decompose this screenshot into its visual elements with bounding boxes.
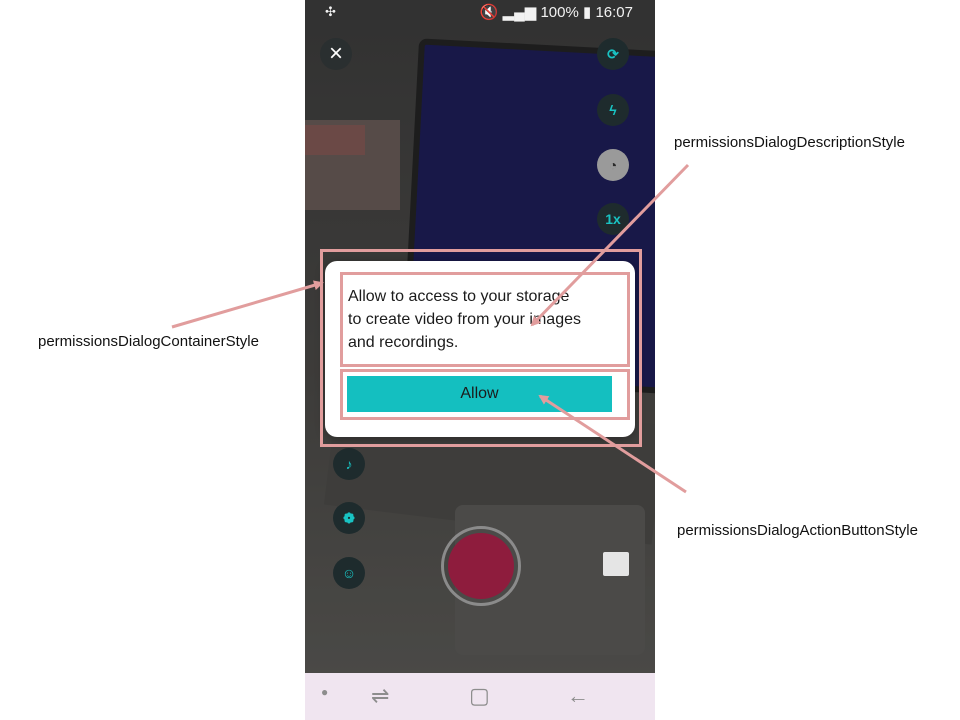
action-button-arrow (538, 394, 687, 494)
annotation-arrows (171, 163, 690, 494)
container-arrow (171, 280, 324, 329)
container-annotation-label: permissionsDialogContainerStyle (38, 333, 259, 350)
action-button-annotation-label: permissionsDialogActionButtonStyle (677, 522, 918, 539)
description-arrow (530, 163, 690, 327)
description-annotation-label: permissionsDialogDescriptionStyle (674, 134, 905, 151)
